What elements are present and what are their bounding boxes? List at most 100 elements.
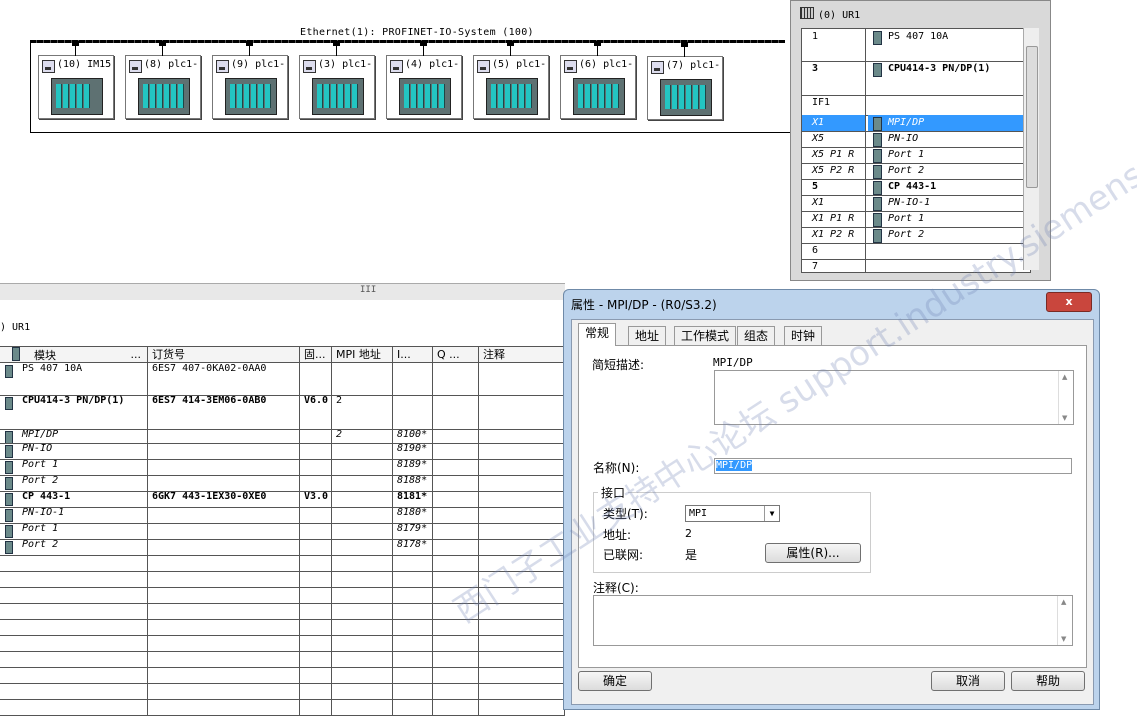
col-header-order[interactable]: 订货号 <box>148 346 300 363</box>
cell-comment <box>479 395 565 429</box>
cell-empty <box>300 683 332 699</box>
cell-comment <box>479 459 565 475</box>
cell-mpi: 2 <box>332 429 393 443</box>
col-header-module[interactable]: 模块 ... <box>0 346 148 363</box>
cell-mpi <box>332 363 393 395</box>
tab-configuration[interactable]: 组态 <box>737 326 776 345</box>
table-row[interactable]: PN-IO 8190* <box>0 443 565 460</box>
rack-row[interactable]: IF1 <box>802 95 1023 116</box>
table-row[interactable]: Port 1 8179* <box>0 523 565 540</box>
table-row-empty[interactable] <box>0 651 565 668</box>
table-row-empty[interactable] <box>0 683 565 700</box>
rack-slot-icon <box>324 84 330 108</box>
rack-slot-icon <box>338 84 344 108</box>
col-header-comment[interactable]: 注释 <box>479 346 565 363</box>
network-device-1[interactable]: (8) plc1- <box>125 41 201 119</box>
comment-textarea[interactable] <box>593 595 1073 646</box>
rack-slot-icon <box>418 84 424 108</box>
rack-row[interactable]: 5 CP 443-1 <box>802 179 1023 196</box>
network-device-2[interactable]: (9) plc1- <box>212 41 288 119</box>
rack-row[interactable]: X1 MPI/DP <box>802 115 1023 132</box>
network-device-0[interactable]: (10) IM15 <box>38 41 114 119</box>
cell-q <box>433 507 479 523</box>
table-row[interactable]: PN-IO-1 8180* <box>0 507 565 524</box>
cell-order <box>148 475 300 491</box>
rack-module: PS 407 10A <box>868 29 1023 61</box>
close-button[interactable]: x <box>1046 292 1092 312</box>
table-row[interactable]: Port 2 8188* <box>0 475 565 492</box>
rack-slot: IF1 <box>802 95 866 115</box>
table-row[interactable]: Port 2 8178* <box>0 539 565 556</box>
tab-address[interactable]: 地址 <box>628 326 667 345</box>
rack-scroll-thumb[interactable] <box>1026 46 1038 188</box>
network-device-6[interactable]: (6) plc1- <box>560 41 636 119</box>
ok-button[interactable]: 确定 <box>578 671 652 691</box>
chevron-down-icon[interactable]: ▼ <box>764 506 779 521</box>
rack-slot-icon <box>672 85 678 109</box>
cancel-button[interactable]: 取消 <box>931 671 1005 691</box>
help-button[interactable]: 帮助 <box>1011 671 1085 691</box>
module-icon <box>873 133 882 147</box>
rack-slot-icon <box>352 84 358 108</box>
cell-i: 8190* <box>393 443 433 459</box>
rack-row[interactable]: X5 P1 R Port 1 <box>802 147 1023 164</box>
table-row[interactable]: Port 1 8189* <box>0 459 565 476</box>
rack-slot-icon <box>505 84 511 108</box>
cell-mpi: 2 <box>332 395 393 429</box>
tab-operating-mode[interactable]: 工作模式 <box>674 326 737 345</box>
device-rack-icon <box>486 78 538 115</box>
cell-empty <box>300 555 332 571</box>
rack-slot: 6 <box>802 243 866 259</box>
rack-slot-icon <box>512 84 518 108</box>
cell-module-text: Port 2 <box>22 539 59 550</box>
cell-empty <box>148 635 300 651</box>
cell-empty <box>332 603 393 619</box>
rack-row[interactable]: X5 PN-IO <box>802 131 1023 148</box>
network-device-7[interactable]: (7) plc1- <box>647 42 723 120</box>
interface-properties-button[interactable]: 属性(R)... <box>765 543 861 563</box>
network-device-5[interactable]: (5) plc1- <box>473 41 549 119</box>
table-row[interactable]: MPI/DP 2 8100* <box>0 429 565 444</box>
cell-firmware <box>300 523 332 539</box>
rack-row[interactable]: X5 P2 R Port 2 <box>802 163 1023 180</box>
device-label: (3) plc1- <box>318 59 373 70</box>
rack-slot: X5 P1 R <box>802 147 866 163</box>
col-header-i[interactable]: I... <box>393 346 433 363</box>
rack-slot-icon <box>331 84 337 108</box>
col-header-mpi[interactable]: MPI 地址 <box>332 346 393 363</box>
tab-general[interactable]: 常规 <box>578 323 617 346</box>
network-device-4[interactable]: (4) plc1- <box>386 41 462 119</box>
table-row-empty[interactable] <box>0 667 565 684</box>
view-splitter[interactable]: III <box>0 283 565 301</box>
device-rack-icon <box>225 78 277 115</box>
module-icon <box>5 461 13 474</box>
rack-row[interactable]: 1 PS 407 10A <box>802 29 1023 62</box>
rack-row[interactable]: 3 CPU414-3 PN/DP(1) <box>802 61 1023 96</box>
table-row[interactable]: CP 443-1 6GK7 443-1EX30-0XE0 V3.0 8181* <box>0 491 565 508</box>
rack-row[interactable]: X1 P1 R Port 1 <box>802 211 1023 228</box>
comment-scrollbar[interactable] <box>1057 596 1072 645</box>
cell-empty <box>300 571 332 587</box>
col-header-module-dots[interactable]: ... <box>131 347 142 362</box>
col-header-q[interactable]: Q ... <box>433 346 479 363</box>
col-header-firmware[interactable]: 固... <box>300 346 332 363</box>
cell-empty <box>0 699 148 715</box>
name-input[interactable]: MPI/DP <box>714 458 1072 474</box>
type-select[interactable]: MPI ▼ <box>685 505 780 522</box>
cell-empty <box>433 699 479 715</box>
table-row[interactable]: PS 407 10A 6ES7 407-0KA02-0AA0 <box>0 363 565 396</box>
rack-row[interactable]: X1 PN-IO-1 <box>802 195 1023 212</box>
splitter-grip[interactable]: III <box>360 285 376 295</box>
table-row-empty[interactable] <box>0 635 565 652</box>
cell-empty <box>433 555 479 571</box>
rack-slot-icon <box>439 84 445 108</box>
cell-empty <box>300 603 332 619</box>
tab-clock[interactable]: 时钟 <box>784 326 823 345</box>
table-row[interactable]: CPU414-3 PN/DP(1) 6ES7 414-3EM06-0AB0 V6.0… <box>0 395 565 430</box>
short-desc-scrollbar[interactable] <box>1058 371 1073 424</box>
rack-icon <box>800 7 814 19</box>
cell-empty <box>0 603 148 619</box>
short-desc-label: 简短描述: <box>592 358 645 372</box>
rack-slot-icon <box>70 84 76 108</box>
network-device-3[interactable]: (3) plc1- <box>299 41 375 119</box>
